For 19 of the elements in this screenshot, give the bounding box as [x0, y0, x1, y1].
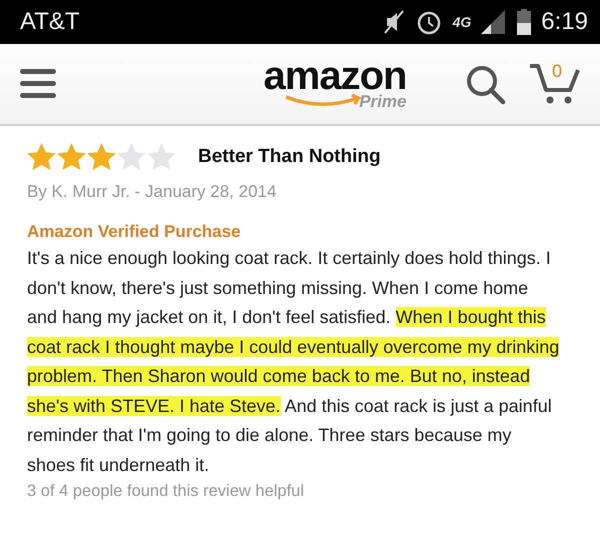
signal-icon: [481, 10, 508, 34]
star-icon: [147, 143, 176, 171]
verified-purchase-label: Amazon Verified Purchase: [27, 222, 242, 242]
cart-icon: [528, 63, 580, 105]
review-title: Better Than Nothing: [198, 146, 381, 168]
star-icon: [57, 143, 86, 171]
clock-time: 6:19: [541, 8, 588, 36]
review-byline: By K. Murr Jr. - January 28, 2014: [27, 182, 278, 202]
star-icon: [87, 143, 116, 171]
menu-icon[interactable]: [20, 69, 56, 99]
mute-icon: [382, 9, 405, 35]
search-icon[interactable]: [464, 63, 506, 105]
cart-count: 0: [552, 61, 562, 82]
star-icon: [27, 143, 56, 171]
helpful-count: 3 of 4 people found this review helpful: [27, 482, 306, 501]
battery-icon: [517, 9, 532, 35]
star-icon: [117, 143, 146, 171]
network-type: 4G: [452, 14, 472, 30]
carrier-name: AT&T: [20, 8, 80, 36]
